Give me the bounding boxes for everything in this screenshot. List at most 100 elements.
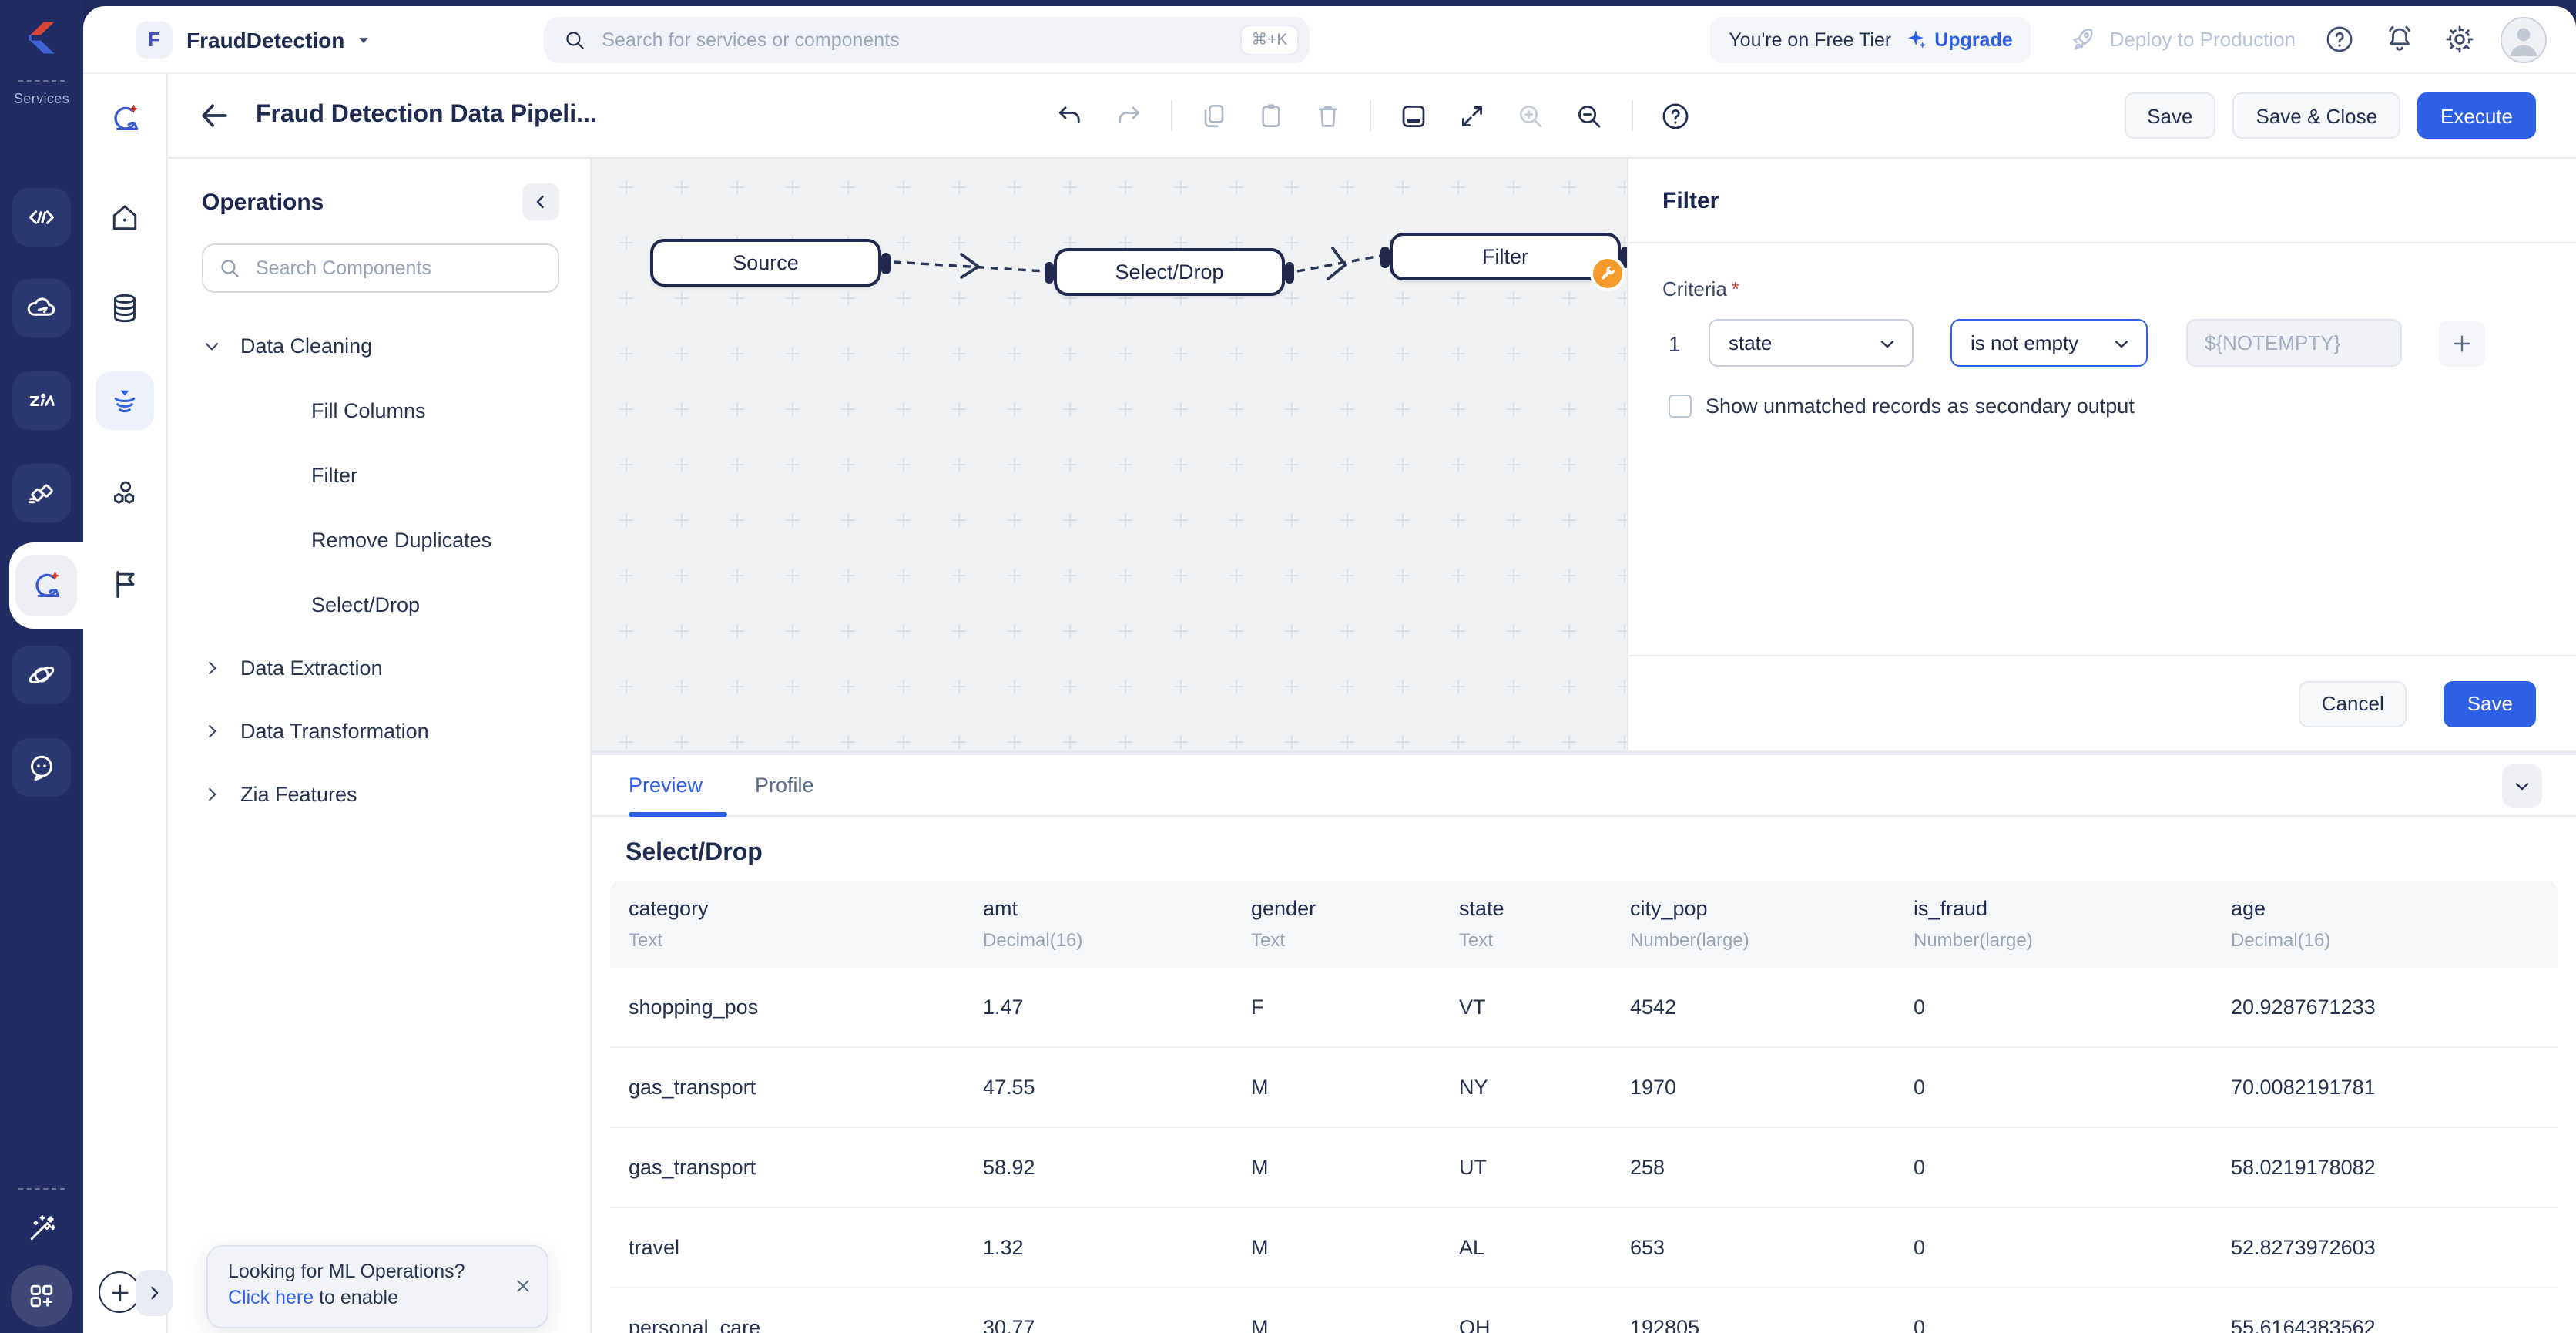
- table-cell: 58.92: [983, 1156, 1035, 1179]
- table-cell: M: [1251, 1156, 1269, 1179]
- copy-icon[interactable]: [1198, 100, 1229, 131]
- toast-close-icon[interactable]: [513, 1276, 533, 1296]
- click-here-link[interactable]: Click here: [228, 1287, 314, 1308]
- table-row: gas_transport 47.55 M NY 1970 0 70.0082191781: [610, 1048, 2558, 1128]
- services-rail-item-code[interactable]: [12, 188, 71, 247]
- toolbar-buttons: Save Save & Close Execute: [2124, 92, 2536, 139]
- chevron-right-icon: [145, 1284, 163, 1302]
- clusters-icon: [108, 476, 142, 510]
- tree-item-data-cleaning[interactable]: Data Cleaning: [202, 314, 559, 378]
- column-header-city_pop: city_pop Number(large): [1630, 897, 1749, 951]
- project-caret-down-icon[interactable]: [355, 32, 371, 47]
- table-cell: OH: [1459, 1316, 1491, 1333]
- column-header-age: age Decimal(16): [2231, 897, 2331, 951]
- table-row: gas_transport 58.92 M UT 258 0 58.0219178082: [610, 1128, 2558, 1208]
- project-name[interactable]: FraudDetection: [186, 27, 344, 52]
- module-rail-pipeline-product-icon[interactable]: [96, 89, 154, 148]
- column-header-is_fraud: is_fraud Number(large): [1914, 897, 2033, 951]
- services-rail-item-zia[interactable]: [12, 371, 71, 430]
- help-icon[interactable]: [2323, 23, 2356, 55]
- services-rail-item-integrations[interactable]: [12, 464, 71, 522]
- collapse-preview-button[interactable]: [2502, 764, 2542, 808]
- save-button[interactable]: Save: [2124, 92, 2216, 139]
- sparkle-icon: [1903, 28, 1927, 51]
- table-cell: gas_transport: [629, 1076, 756, 1099]
- brand-logo-icon[interactable]: [18, 15, 65, 62]
- tree-item-data-transformation[interactable]: Data Transformation: [202, 700, 559, 763]
- module-rail-item-clusters[interactable]: [96, 464, 154, 522]
- cancel-button[interactable]: Cancel: [2298, 680, 2407, 727]
- services-rail-item-assistant[interactable]: [12, 738, 71, 797]
- module-rail-item-flag[interactable]: [96, 555, 154, 613]
- global-search[interactable]: ⌘+K: [543, 16, 1310, 62]
- condition-select[interactable]: is not empty: [1950, 319, 2148, 367]
- services-rail-item-apps[interactable]: [11, 1265, 72, 1327]
- rocket-icon: [2068, 25, 2098, 54]
- paste-icon[interactable]: [1255, 100, 1286, 131]
- back-arrow-icon[interactable]: [197, 99, 231, 133]
- toggle-bottom-panel-icon[interactable]: [1397, 99, 1429, 132]
- delete-icon[interactable]: [1312, 100, 1343, 131]
- tab-profile[interactable]: Profile: [755, 774, 814, 797]
- tree-child-fill-columns[interactable]: Fill Columns: [202, 378, 559, 442]
- execute-button[interactable]: Execute: [2417, 92, 2536, 139]
- table-cell: 0: [1914, 996, 1926, 1019]
- table-cell: 30.77: [983, 1316, 1035, 1333]
- tree-item-data-extraction[interactable]: Data Extraction: [202, 636, 559, 700]
- settings-gear-icon[interactable]: [2444, 23, 2476, 55]
- filter-save-button[interactable]: Save: [2444, 680, 2536, 727]
- user-avatar[interactable]: [2501, 16, 2547, 62]
- notifications-bell-icon[interactable]: [2383, 23, 2416, 55]
- zoom-in-icon[interactable]: [1514, 99, 1546, 132]
- filter-panel-footer: Cancel Save: [1628, 655, 2576, 750]
- services-rail-item-cloud-sync[interactable]: [12, 279, 71, 337]
- tree-child-filter[interactable]: Filter: [202, 442, 559, 507]
- deploy-label: Deploy to Production: [2109, 28, 2296, 51]
- secondary-output-checkbox[interactable]: [1669, 395, 1692, 418]
- services-rail-item-orbit[interactable]: [12, 646, 71, 704]
- services-rail-item-magic-wand[interactable]: [12, 1199, 71, 1257]
- search-shortcut-badge: ⌘+K: [1242, 25, 1297, 53]
- add-criteria-button[interactable]: [2439, 320, 2485, 366]
- module-rail-item-pipeline-funnel[interactable]: [96, 371, 154, 430]
- redo-icon[interactable]: [1112, 99, 1144, 132]
- global-search-input[interactable]: [599, 27, 1243, 52]
- module-rail: [83, 74, 168, 1333]
- help-icon[interactable]: [1659, 99, 1691, 132]
- zia-icon: [25, 384, 59, 418]
- toolbar-divider: [1631, 100, 1632, 131]
- flow-canvas[interactable]: Source Select/Drop Filter: [592, 159, 1627, 750]
- tree-item-label: Zia Features: [240, 783, 357, 806]
- module-rail-item-home[interactable]: [96, 188, 154, 247]
- table-cell: 70.0082191781: [2231, 1076, 2376, 1099]
- table-cell: 58.0219178082: [2231, 1156, 2376, 1179]
- column-header-state: state Text: [1459, 897, 1504, 951]
- deploy-to-production-button[interactable]: Deploy to Production: [2068, 25, 2296, 54]
- column-header-amt: amt Decimal(16): [983, 897, 1083, 951]
- services-rail-item-pipeline-fish-active[interactable]: [9, 542, 83, 629]
- services-rail: Services: [0, 0, 83, 1333]
- fit-screen-icon[interactable]: [1455, 99, 1488, 132]
- add-new-button[interactable]: [99, 1271, 140, 1313]
- column-select[interactable]: state: [1709, 319, 1914, 367]
- tab-preview[interactable]: Preview: [629, 774, 703, 797]
- toolbar-divider: [1369, 100, 1370, 131]
- collapse-panel-button[interactable]: [522, 183, 559, 220]
- project-badge[interactable]: F: [136, 21, 173, 58]
- table-cell: 653: [1630, 1236, 1665, 1259]
- save-close-button[interactable]: Save & Close: [2232, 92, 2401, 139]
- component-search-input[interactable]: [202, 243, 559, 293]
- undo-icon[interactable]: [1053, 99, 1085, 132]
- magic-wand-icon: [25, 1211, 59, 1245]
- tree-child-remove-duplicates[interactable]: Remove Duplicates: [202, 507, 559, 572]
- free-tier-pill[interactable]: You're on Free Tier Upgrade: [1710, 16, 2031, 62]
- module-rail-item-datasets[interactable]: [96, 279, 154, 337]
- operations-title: Operations: [202, 189, 324, 215]
- upgrade-link[interactable]: Upgrade: [1934, 29, 2012, 50]
- criteria-value-input[interactable]: [2186, 319, 2402, 367]
- tree-child-select-drop[interactable]: Select/Drop: [202, 572, 559, 636]
- datasets-icon: [108, 291, 142, 325]
- expand-ml-panel-button[interactable]: [136, 1270, 173, 1316]
- tree-item-zia-features[interactable]: Zia Features: [202, 763, 559, 826]
- zoom-out-icon[interactable]: [1572, 99, 1605, 132]
